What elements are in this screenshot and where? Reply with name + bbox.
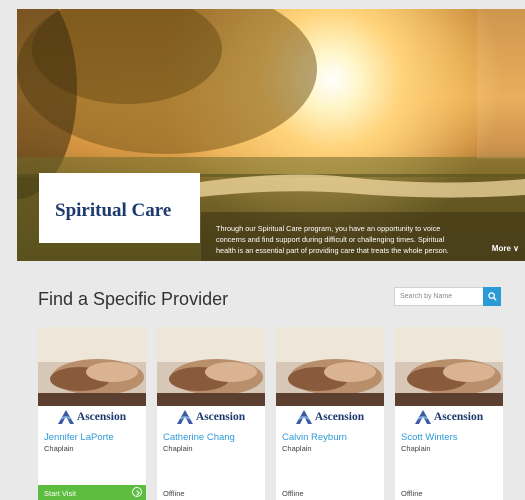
page: Spiritual Care Through our Spiritual Car… (0, 0, 525, 500)
start-visit-button[interactable]: Start Visit (38, 485, 146, 500)
provider-role: Chaplain (163, 444, 193, 453)
provider-photo (38, 327, 146, 406)
ascension-logo-icon (176, 410, 193, 424)
ascension-logo-icon (414, 410, 431, 424)
page-title: Spiritual Care (55, 200, 172, 221)
more-link[interactable]: More ∨ (492, 244, 519, 253)
brand-name: Ascension (433, 411, 484, 423)
hero-description: Through our Spiritual Care program, you … (216, 224, 449, 255)
provider-photo (276, 327, 384, 406)
provider-role: Chaplain (44, 444, 74, 453)
provider-name[interactable]: Jennifer LaPorte (44, 432, 114, 443)
search-input[interactable] (394, 287, 484, 306)
provider-name[interactable]: Scott Winters (401, 432, 458, 443)
brand-logo: Ascension (276, 406, 384, 428)
hero-caption: Through our Spiritual Care program, you … (201, 212, 525, 261)
status-label: Offline (401, 489, 423, 498)
chevron-right-circle-icon (132, 487, 142, 497)
provider-card[interactable]: Ascension Catherine Chang Chaplain Offli… (157, 327, 265, 500)
provider-role: Chaplain (282, 444, 312, 453)
brand-name: Ascension (314, 411, 365, 423)
status-offline: Offline (395, 485, 503, 500)
hero-banner: Spiritual Care Through our Spiritual Car… (17, 9, 525, 261)
provider-photo (395, 327, 503, 406)
provider-card[interactable]: Ascension Calvin Reyburn Chaplain Offlin… (276, 327, 384, 500)
provider-card[interactable]: Ascension Scott Winters Chaplain Offline (395, 327, 503, 500)
brand-logo: Ascension (157, 406, 265, 428)
section-title: Find a Specific Provider (38, 289, 229, 309)
search-icon (487, 292, 497, 301)
status-label: Offline (163, 489, 185, 498)
provider-name[interactable]: Catherine Chang (163, 432, 235, 443)
provider-card[interactable]: Ascension Jennifer LaPorte Chaplain Star… (38, 327, 146, 500)
status-label: Start Visit (44, 489, 76, 498)
search-box (394, 287, 501, 306)
brand-logo: Ascension (395, 406, 503, 428)
brand-name: Ascension (195, 411, 246, 423)
status-offline: Offline (157, 485, 265, 500)
hero-title-box: Spiritual Care (39, 173, 200, 243)
provider-role: Chaplain (401, 444, 431, 453)
ascension-logo-icon (57, 410, 74, 424)
search-button[interactable] (483, 287, 501, 306)
provider-name[interactable]: Calvin Reyburn (282, 432, 347, 443)
provider-photo (157, 327, 265, 406)
brand-name: Ascension (76, 411, 127, 423)
ascension-logo-icon (295, 410, 312, 424)
status-offline: Offline (276, 485, 384, 500)
status-label: Offline (282, 489, 304, 498)
brand-logo: Ascension (38, 406, 146, 428)
